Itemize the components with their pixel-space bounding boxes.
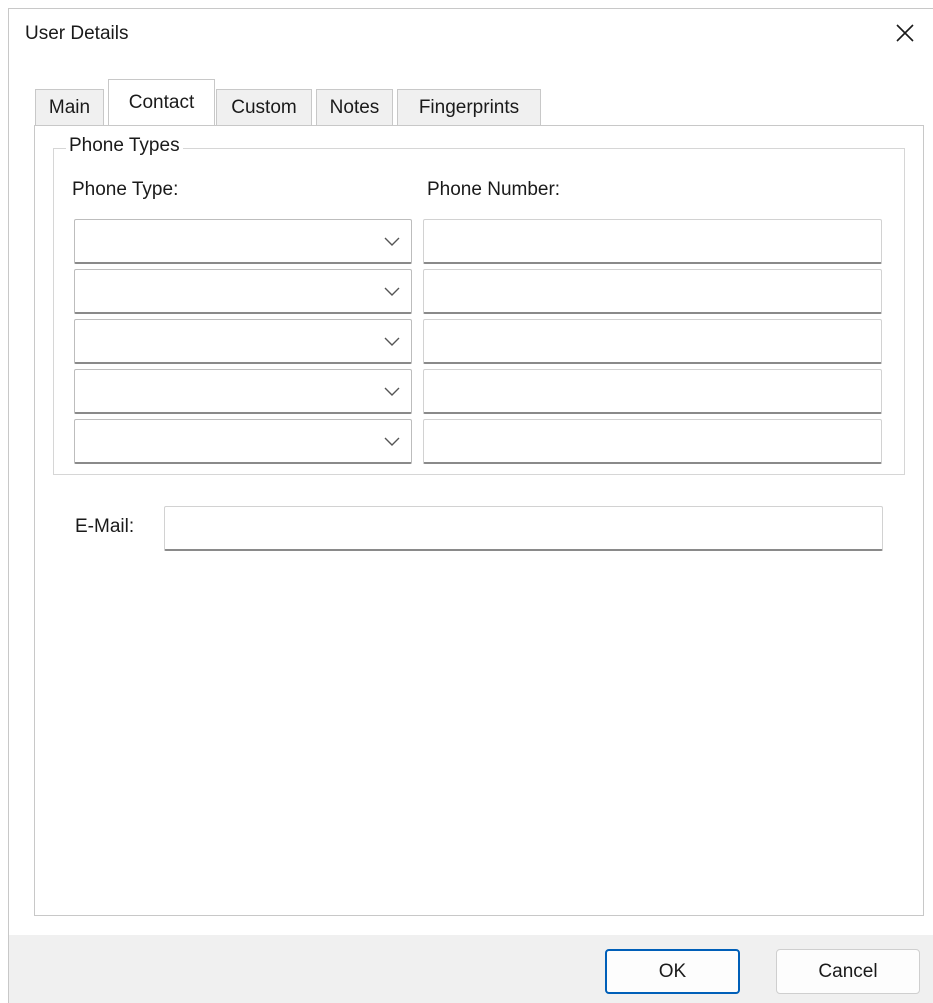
phone-number-input-5[interactable] (423, 419, 882, 464)
phone-type-dropdown-4[interactable] (74, 369, 412, 414)
tab-notes[interactable]: Notes (316, 89, 393, 125)
email-label: E-Mail: (75, 516, 135, 537)
cancel-button[interactable]: Cancel (776, 949, 920, 994)
chevron-down-icon (384, 437, 400, 446)
chevron-down-icon (384, 337, 400, 346)
phone-type-dropdown-3[interactable] (74, 319, 412, 364)
phone-type-column-label: Phone Type: (72, 179, 179, 200)
tab-main[interactable]: Main (35, 89, 104, 125)
tab-contact[interactable]: Contact (108, 79, 215, 125)
window-title: User Details (25, 23, 129, 44)
phone-type-dropdown-1[interactable] (74, 219, 412, 264)
title-bar: User Details (9, 9, 933, 59)
phone-types-group-title: Phone Types (66, 135, 183, 157)
phone-type-dropdown-2[interactable] (74, 269, 412, 314)
user-details-dialog: User Details Main Contact Custom Notes F… (8, 8, 933, 1003)
close-icon (896, 24, 914, 42)
close-button[interactable] (885, 15, 925, 51)
tab-fingerprints[interactable]: Fingerprints (397, 89, 541, 125)
dialog-footer: OK Cancel (9, 935, 933, 1003)
phone-number-input-4[interactable] (423, 369, 882, 414)
phone-number-input-3[interactable] (423, 319, 882, 364)
dialog-body: Main Contact Custom Notes Fingerprints P… (9, 59, 933, 935)
chevron-down-icon (384, 287, 400, 296)
phone-type-dropdown-5[interactable] (74, 419, 412, 464)
contact-tab-panel: Phone Types Phone Type: Phone Number: E-… (34, 125, 924, 916)
phone-number-input-1[interactable] (423, 219, 882, 264)
phone-number-input-2[interactable] (423, 269, 882, 314)
ok-button[interactable]: OK (605, 949, 740, 994)
chevron-down-icon (384, 387, 400, 396)
email-input[interactable] (164, 506, 883, 551)
phone-number-column-label: Phone Number: (427, 179, 561, 200)
chevron-down-icon (384, 237, 400, 246)
tab-custom[interactable]: Custom (216, 89, 312, 125)
phone-types-group: Phone Types Phone Type: Phone Number: (53, 135, 905, 475)
